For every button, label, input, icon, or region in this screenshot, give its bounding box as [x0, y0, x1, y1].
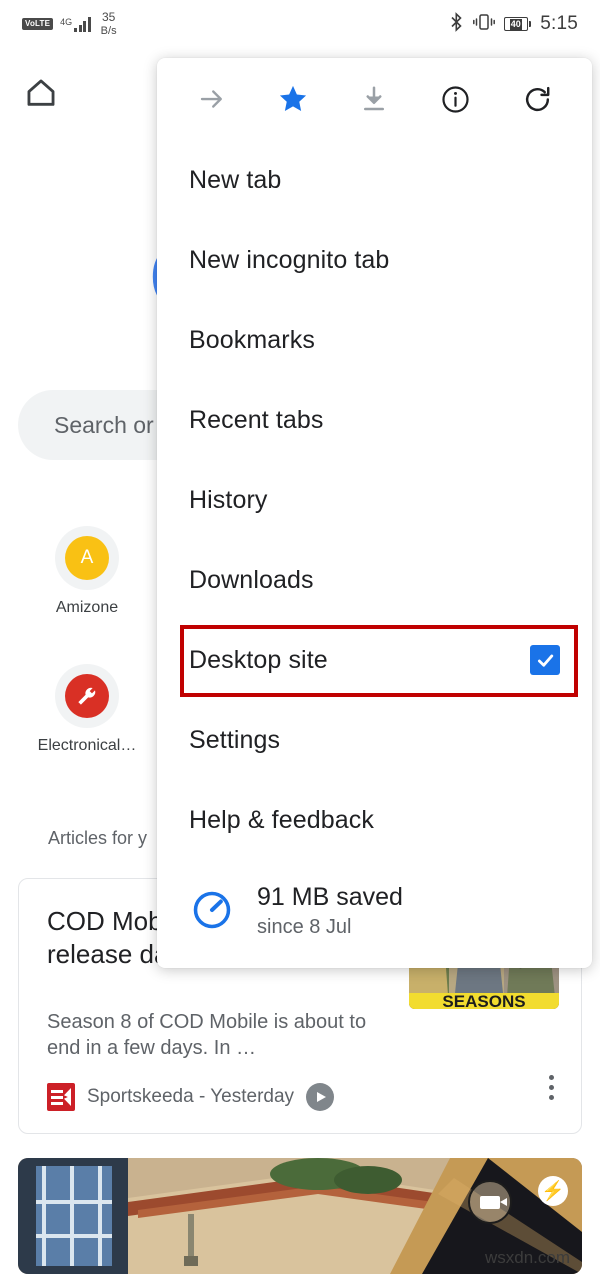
amizone-shortcut-icon: A — [55, 526, 119, 590]
data-saver-subtitle: since 8 Jul — [257, 916, 403, 939]
menu-item-label: Help & feedback — [189, 806, 374, 835]
menu-item-history[interactable]: History — [157, 460, 592, 540]
battery-level-label: 40 — [510, 19, 522, 30]
sidebar-item-amizone[interactable]: A Amizone — [27, 526, 147, 617]
network-type-label: 4G — [60, 18, 72, 27]
menu-item-recent-tabs[interactable]: Recent tabs — [157, 380, 592, 460]
menu-item-label: Downloads — [189, 566, 314, 595]
lightning-bolt-icon[interactable]: ⚡ — [538, 1176, 568, 1206]
volte-badge: VoLTE — [22, 18, 53, 30]
battery-icon: 40 — [504, 17, 532, 31]
status-bar: VoLTE 4G 35 B/s 40 5:15 — [0, 0, 600, 48]
svg-text:SEASONS: SEASONS — [442, 992, 525, 1009]
menu-item-label: Recent tabs — [189, 406, 324, 435]
chrome-overflow-menu[interactable]: New tab New incognito tab Bookmarks Rece… — [157, 58, 592, 968]
shortcut-label: Electronical… — [27, 737, 147, 755]
article-publisher: Sportskeeda - Yesterday — [87, 1086, 294, 1108]
menu-item-data-saver[interactable]: 91 MB saved since 8 Jul — [157, 860, 592, 960]
vibrate-icon — [473, 12, 495, 37]
menu-item-help-and-feedback[interactable]: Help & feedback — [157, 780, 592, 860]
articles-section-header: Articles for y — [48, 828, 147, 849]
article-footer: Sportskeeda - Yesterday — [47, 1083, 334, 1111]
signal-strength-icon: 4G — [60, 17, 91, 32]
network-speed-unit: B/s — [101, 25, 117, 37]
forward-arrow-icon[interactable] — [186, 73, 238, 125]
menu-item-label: New tab — [189, 166, 281, 195]
sidebar-item-electronical[interactable]: Electronical… — [27, 664, 147, 755]
video-camera-icon[interactable] — [468, 1180, 512, 1224]
shortcut-label: Amizone — [27, 599, 147, 617]
menu-item-downloads[interactable]: Downloads — [157, 540, 592, 620]
menu-item-label: Bookmarks — [189, 326, 315, 355]
menu-items-list: New tab New incognito tab Bookmarks Rece… — [157, 140, 592, 960]
star-icon[interactable] — [267, 73, 319, 125]
menu-item-new-tab[interactable]: New tab — [157, 140, 592, 220]
signal-bars — [74, 17, 91, 32]
article-snippet: Season 8 of COD Mobile is about to end i… — [47, 1009, 397, 1062]
wrench-icon — [55, 664, 119, 728]
status-bar-clock: 5:15 — [540, 13, 578, 35]
bottom-photo-card[interactable]: ⚡ wsxdn.com — [18, 1158, 582, 1274]
menu-item-desktop-site[interactable]: Desktop site — [157, 620, 592, 700]
menu-item-new-incognito-tab[interactable]: New incognito tab — [157, 220, 592, 300]
info-icon[interactable] — [430, 73, 482, 125]
menu-item-bookmarks[interactable]: Bookmarks — [157, 300, 592, 380]
network-speed-value: 35 — [102, 10, 115, 24]
network-speed-indicator: 35 B/s — [101, 11, 117, 37]
menu-item-label: History — [189, 486, 267, 515]
watermark: wsxdn.com — [485, 1248, 570, 1268]
menu-item-label: New incognito tab — [189, 246, 389, 275]
status-bar-left: VoLTE 4G 35 B/s — [22, 11, 117, 37]
menu-item-label: Desktop site — [189, 646, 328, 675]
desktop-site-checkbox[interactable] — [530, 645, 560, 675]
speedometer-icon — [189, 887, 235, 933]
reload-icon[interactable] — [511, 73, 563, 125]
menu-icon-bar — [157, 58, 592, 140]
bluetooth-icon — [449, 12, 464, 37]
status-bar-right: 40 5:15 — [449, 12, 578, 37]
menu-item-settings[interactable]: Settings — [157, 700, 592, 780]
download-icon[interactable] — [348, 73, 400, 125]
more-vertical-icon[interactable] — [549, 1075, 555, 1105]
data-saver-title: 91 MB saved — [257, 882, 403, 912]
play-icon[interactable] — [306, 1083, 334, 1111]
data-saver-text: 91 MB saved since 8 Jul — [257, 882, 403, 939]
amizone-initial: A — [65, 536, 109, 580]
sportskeeda-logo-icon — [47, 1083, 75, 1111]
home-icon[interactable] — [24, 76, 58, 110]
menu-item-label: Settings — [189, 726, 280, 755]
